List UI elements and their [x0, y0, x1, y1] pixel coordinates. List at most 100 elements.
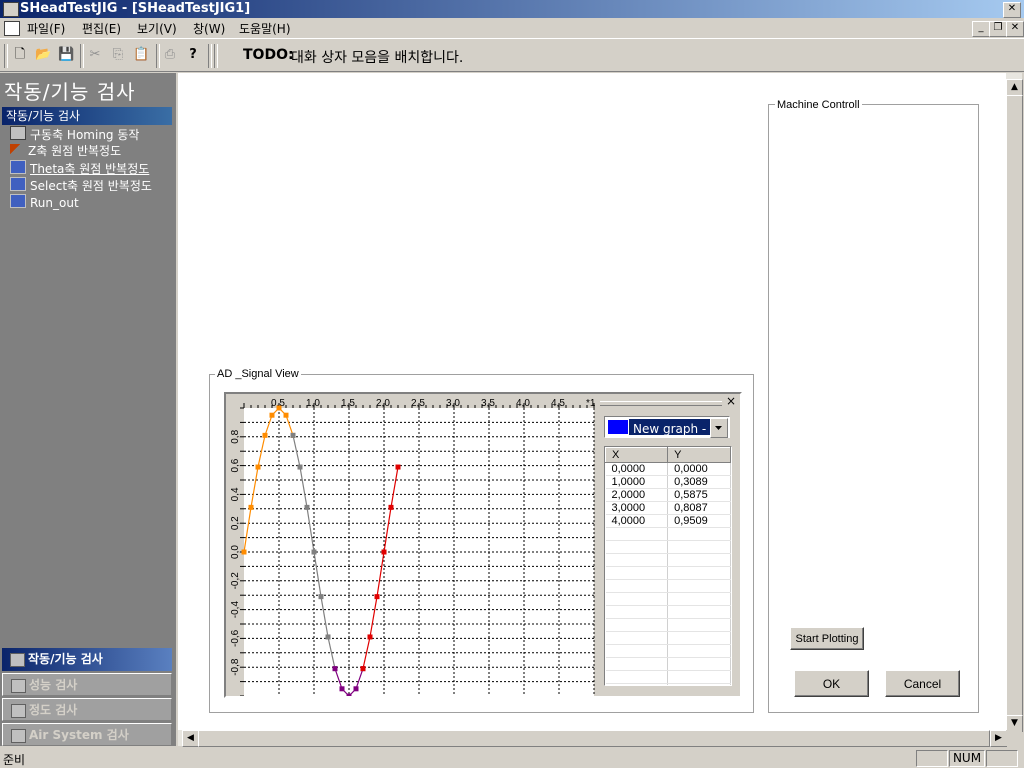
- menu-view[interactable]: 보기(V): [137, 20, 177, 37]
- menu-file[interactable]: 파일(F): [27, 20, 65, 37]
- scroll-thumb[interactable]: [1006, 95, 1023, 727]
- tree-item-theta-axis[interactable]: Theta축 원점 반복정도: [10, 160, 149, 176]
- chevron-down-icon[interactable]: [710, 418, 728, 438]
- x-tick-label: 2,0: [376, 398, 390, 409]
- data-point: [374, 594, 380, 600]
- cell-y: [667, 540, 731, 554]
- data-point: [297, 464, 303, 470]
- help-icon[interactable]: ?: [185, 47, 201, 63]
- vertical-scrollbar[interactable]: ▲ ▼: [1006, 73, 1023, 732]
- table-row[interactable]: [605, 527, 731, 541]
- xy-table-body: 0,0000 0,0000 1,0000 0,3089 2,0000 0,5875 3,00…: [605, 462, 731, 685]
- x-tick-label: *1: [586, 398, 596, 409]
- cut-icon[interactable]: ✂: [87, 47, 103, 63]
- document-icon[interactable]: [4, 21, 20, 36]
- data-point: [283, 412, 289, 418]
- y-tick-label: -0,8: [230, 658, 241, 676]
- table-row[interactable]: [605, 683, 731, 685]
- tree-item-z-axis[interactable]: Z축 원점 반복정도: [10, 143, 121, 159]
- y-tick-label: 0,8: [230, 429, 241, 443]
- tree-item-select-axis[interactable]: Select축 원점 반복정도: [10, 177, 152, 193]
- mdi-close-icon[interactable]: ✕: [1006, 21, 1024, 37]
- menu-edit[interactable]: 편집(E): [82, 20, 121, 37]
- category-function-test[interactable]: 작동/기능 검사: [2, 648, 172, 671]
- cell-y: 0,5875: [667, 488, 731, 502]
- start-plotting-button[interactable]: Start Plotting: [790, 627, 864, 650]
- new-file-icon[interactable]: 🗋: [12, 47, 28, 63]
- data-point: [311, 549, 317, 555]
- graph-select[interactable]: New graph - 2: [604, 416, 730, 438]
- table-row[interactable]: [605, 618, 731, 632]
- category-air-system-test[interactable]: Air System 검사: [2, 723, 172, 746]
- horizontal-scrollbar[interactable]: ◀ ▶: [178, 730, 1007, 747]
- machine-control-group: [768, 104, 979, 713]
- table-row[interactable]: [605, 631, 731, 645]
- table-row[interactable]: [605, 644, 731, 658]
- scroll-up-icon[interactable]: ▲: [1006, 79, 1023, 96]
- data-point: [360, 666, 366, 672]
- menu-window[interactable]: 창(W): [193, 20, 225, 37]
- title-bar: SHeadTestJIG - [SHeadTestJIG1] ✕: [0, 0, 1024, 18]
- scroll-left-icon[interactable]: ◀: [182, 730, 199, 747]
- ok-button[interactable]: OK: [794, 670, 869, 697]
- todo-text: 대화 상자 모음을 배치합니다.: [291, 50, 464, 66]
- cancel-button[interactable]: Cancel: [885, 670, 960, 697]
- tree-item-label: Run_out: [30, 196, 79, 210]
- cell-x: [605, 579, 669, 593]
- table-row[interactable]: 2,0000 0,5875: [605, 488, 731, 502]
- table-row[interactable]: [605, 540, 731, 554]
- menu-help[interactable]: 도움말(H): [239, 20, 291, 37]
- cell-x: [605, 553, 669, 567]
- data-point: [367, 634, 373, 640]
- restore-icon[interactable]: ❐: [989, 21, 1007, 37]
- close-icon[interactable]: ✕: [1003, 2, 1021, 18]
- table-row[interactable]: [605, 553, 731, 567]
- todo-label: TODO:: [243, 47, 294, 63]
- table-row[interactable]: [605, 566, 731, 580]
- cell-x: [605, 657, 669, 671]
- cell-y: [667, 553, 731, 567]
- tree-header[interactable]: 작동/기능 검사: [2, 107, 172, 125]
- scroll-thumb[interactable]: [198, 730, 990, 747]
- cell-y: [667, 618, 731, 632]
- panel-close-icon[interactable]: ×: [726, 394, 736, 408]
- table-row[interactable]: [605, 657, 731, 671]
- y-tick-label: 0,6: [230, 458, 241, 472]
- cell-x: 0,0000: [605, 462, 669, 476]
- column-header-y[interactable]: Y: [667, 447, 731, 463]
- machine-control-label: Machine Controll: [775, 99, 862, 111]
- cell-y: [667, 527, 731, 541]
- tree-item-label: Z축 원점 반복정도: [28, 144, 122, 158]
- data-point: [339, 686, 345, 692]
- scroll-right-icon[interactable]: ▶: [990, 730, 1007, 747]
- cell-x: [605, 644, 669, 658]
- table-row[interactable]: 1,0000 0,3089: [605, 475, 731, 489]
- scroll-corner: [1006, 730, 1022, 746]
- table-row[interactable]: [605, 605, 731, 619]
- column-header-x[interactable]: X: [605, 447, 669, 463]
- tree-item-run-out[interactable]: Run_out: [10, 194, 79, 210]
- copy-icon[interactable]: ⎘: [110, 47, 126, 63]
- computer-icon: [10, 177, 26, 191]
- data-point: [304, 504, 310, 510]
- table-row[interactable]: [605, 670, 731, 684]
- table-row[interactable]: 3,0000 0,8087: [605, 501, 731, 515]
- cell-x: 1,0000: [605, 475, 669, 489]
- app-icon: [3, 2, 19, 17]
- category-precision-test[interactable]: 정도 검사: [2, 698, 172, 721]
- open-folder-icon[interactable]: 📂: [35, 47, 51, 63]
- category-performance-test[interactable]: 성능 검사: [2, 673, 172, 696]
- num-lock-indicator: NUM: [949, 750, 985, 767]
- table-row[interactable]: [605, 592, 731, 606]
- save-icon[interactable]: 💾: [58, 47, 74, 63]
- print-icon[interactable]: ⎙: [162, 47, 178, 63]
- table-row[interactable]: [605, 579, 731, 593]
- table-row[interactable]: 4,0000 0,9509: [605, 514, 731, 528]
- cell-x: [605, 670, 669, 684]
- tree-item-homing[interactable]: 구동축 Homing 동작: [10, 126, 139, 142]
- paste-icon[interactable]: 📋: [133, 47, 149, 63]
- minimize-icon[interactable]: _: [972, 21, 990, 37]
- table-row[interactable]: 0,0000 0,0000: [605, 462, 731, 476]
- wrench-icon: [10, 144, 24, 156]
- cell-y: [667, 670, 731, 684]
